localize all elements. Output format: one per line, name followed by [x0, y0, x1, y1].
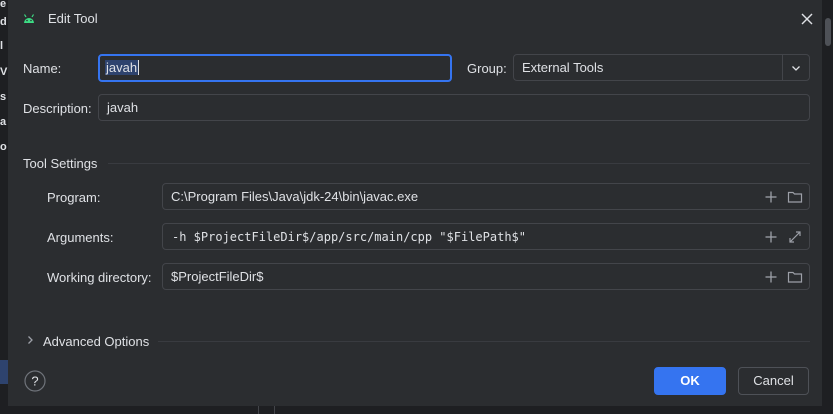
working-directory-label: Working directory:	[47, 270, 152, 285]
background-divider	[274, 406, 275, 414]
background-project-panel: e d l V s a o	[0, 0, 8, 414]
add-macro-icon[interactable]	[763, 229, 779, 245]
dialog-titlebar: Edit Tool	[8, 0, 822, 38]
group-combobox-value: External Tools	[522, 60, 604, 75]
background-scrollbar-thumb	[825, 18, 831, 46]
section-divider	[158, 341, 810, 342]
ok-button[interactable]: OK	[654, 367, 726, 395]
background-text: e	[0, 0, 7, 10]
description-label: Description:	[23, 101, 92, 116]
cancel-button[interactable]: Cancel	[738, 367, 809, 395]
close-icon[interactable]	[799, 11, 815, 27]
group-combobox[interactable]: External Tools	[513, 54, 810, 81]
background-divider	[258, 406, 259, 414]
text-caret	[138, 60, 140, 75]
edit-tool-dialog: Edit Tool Name: javah Group: External To…	[8, 0, 822, 406]
browse-folder-icon[interactable]	[787, 189, 803, 205]
add-macro-icon[interactable]	[763, 269, 779, 285]
background-text: a	[0, 116, 7, 128]
background-text: V	[0, 66, 8, 78]
background-scrollbar	[822, 0, 833, 414]
expand-icon[interactable]	[787, 229, 803, 245]
background-text: o	[0, 141, 7, 153]
working-directory-field-value: $ProjectFileDir$	[171, 269, 264, 284]
background-text: l	[0, 40, 4, 52]
name-field-value-wrap: javah	[105, 60, 140, 75]
background-bottom-strip	[0, 406, 833, 414]
dialog-title: Edit Tool	[48, 11, 98, 26]
chevron-right-icon[interactable]	[25, 335, 35, 345]
add-macro-icon[interactable]	[763, 189, 779, 205]
arguments-label: Arguments:	[47, 230, 114, 245]
name-field[interactable]: javah	[98, 54, 452, 82]
tool-settings-title: Tool Settings	[23, 156, 98, 171]
program-field[interactable]: C:\Program Files\Java\jdk-24\bin\javac.e…	[162, 183, 810, 210]
arguments-field[interactable]: -h $ProjectFileDir$/app/src/main/cpp "$F…	[162, 223, 810, 250]
background-selected-row	[0, 360, 8, 384]
browse-folder-icon[interactable]	[787, 269, 803, 285]
background-text: d	[0, 16, 7, 28]
description-field-value: javah	[107, 100, 139, 115]
name-field-value: javah	[105, 60, 139, 75]
background-text: s	[0, 91, 7, 103]
arguments-field-value: -h $ProjectFileDir$/app/src/main/cpp "$F…	[172, 230, 527, 244]
advanced-options-toggle[interactable]: Advanced Options	[43, 334, 149, 349]
group-dropdown-button[interactable]	[782, 55, 809, 80]
name-label: Name:	[23, 61, 62, 76]
section-divider	[108, 163, 810, 164]
help-symbol: ?	[31, 374, 38, 389]
chevron-down-icon	[792, 66, 800, 71]
program-label: Program:	[47, 190, 101, 205]
working-directory-field[interactable]: $ProjectFileDir$	[162, 263, 810, 290]
group-label: Group:	[467, 61, 507, 76]
description-field[interactable]: javah	[98, 94, 810, 121]
help-icon[interactable]: ?	[24, 370, 46, 392]
program-field-value: C:\Program Files\Java\jdk-24\bin\javac.e…	[171, 189, 419, 204]
android-icon	[23, 14, 35, 23]
